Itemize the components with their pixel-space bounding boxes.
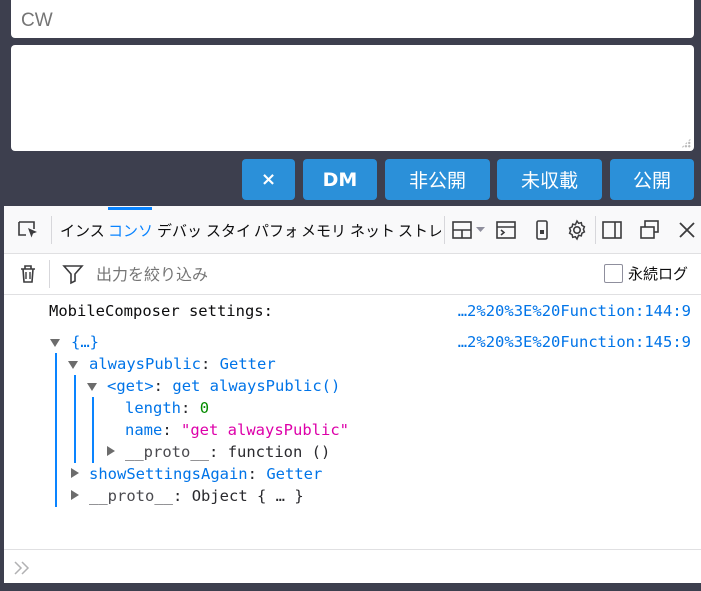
cw-input[interactable] [11, 0, 694, 38]
tree-row-alwayspublic[interactable]: alwaysPublic: Getter [89, 353, 276, 375]
bottom-edge [4, 583, 701, 591]
console-input[interactable] [4, 549, 701, 583]
expand-toggle-icon[interactable] [87, 383, 97, 391]
expand-toggle-icon[interactable] [68, 361, 78, 369]
filter-input[interactable] [96, 261, 496, 287]
trash-icon[interactable] [16, 262, 40, 286]
private-button[interactable]: 非公開 [385, 159, 490, 200]
tree-row-length: length: 0 [125, 399, 210, 417]
log-message: MobileComposer settings: [49, 302, 273, 320]
tab-debugger[interactable]: デバッ [157, 206, 201, 254]
object-preview[interactable]: {…} [71, 331, 99, 353]
tree-row-inner-proto[interactable]: __proto__: function () [125, 441, 330, 463]
dock-side-icon[interactable] [600, 218, 624, 242]
console-filter-bar: 永続ログ [4, 254, 701, 295]
tab-inspector[interactable]: インス [60, 206, 103, 254]
devtools-toolbar: インス コンソ デバッ スタイ パフォ メモリ ネット ストレ [4, 206, 701, 254]
tab-network[interactable]: ネット [350, 206, 394, 254]
tab-console[interactable]: コンソ [108, 206, 152, 254]
tab-memory[interactable]: メモリ [301, 206, 346, 254]
tab-performance[interactable]: パフォ [254, 206, 296, 254]
dm-button[interactable]: DM [303, 159, 377, 200]
filter-funnel-icon [62, 265, 84, 285]
toolbar-separator [444, 216, 445, 244]
persist-logs-checkbox[interactable] [604, 264, 623, 283]
compose-textarea[interactable] [11, 45, 694, 151]
close-button[interactable]: × [242, 159, 295, 200]
close-icon[interactable] [675, 218, 699, 242]
tree-row-name: name: "get alwaysPublic" [125, 421, 349, 439]
toolbar-separator [595, 216, 596, 244]
resize-grip-icon[interactable] [681, 138, 691, 148]
tab-style-editor[interactable]: スタイ [206, 206, 249, 254]
tree-guide-line [92, 397, 94, 463]
unlisted-button[interactable]: 未収載 [497, 159, 602, 200]
toolbar-separator [51, 216, 52, 244]
devtools-panel: インス コンソ デバッ スタイ パフォ メモリ ネット ストレ 出力を絞り込み … [0, 206, 701, 591]
filter-separator [49, 260, 50, 288]
tree-row-get[interactable]: <get>: get alwaysPublic() [107, 375, 340, 397]
element-picker-icon[interactable] [16, 218, 40, 242]
collapsed-toggle-icon[interactable] [107, 446, 115, 456]
log-source-link[interactable]: …2%20%3E%20Function:145:9 [458, 331, 691, 353]
tree-row-showsettingsagain[interactable]: showSettingsAgain: Getter [89, 463, 322, 485]
mobile-composer: × DM 非公開 未収載 公開 [0, 0, 701, 206]
prompt-chevron-icon [14, 561, 30, 575]
expand-toggle-icon[interactable] [50, 339, 60, 347]
console-output: MobileComposer settings: …2%20%3E%20Func… [4, 295, 701, 549]
undock-window-icon[interactable] [638, 218, 662, 242]
tab-storage[interactable]: ストレ [398, 206, 441, 254]
public-button[interactable]: 公開 [610, 159, 694, 200]
settings-gear-icon[interactable] [565, 218, 589, 242]
log-source-link[interactable]: …2%20%3E%20Function:144:9 [458, 300, 691, 322]
persist-logs-label: 永続ログ [628, 265, 689, 283]
persist-logs-toggle[interactable]: 永続ログ [604, 263, 688, 284]
tree-guide-line [74, 375, 76, 463]
responsive-design-icon[interactable] [450, 218, 488, 242]
console-dropdown-icon[interactable] [494, 218, 518, 242]
collapsed-toggle-icon[interactable] [71, 490, 79, 500]
tree-row-outer-proto[interactable]: __proto__: Object { … } [89, 485, 304, 507]
tree-guide-line [55, 353, 57, 507]
screenshot-icon[interactable] [530, 218, 554, 242]
collapsed-toggle-icon[interactable] [71, 468, 79, 478]
